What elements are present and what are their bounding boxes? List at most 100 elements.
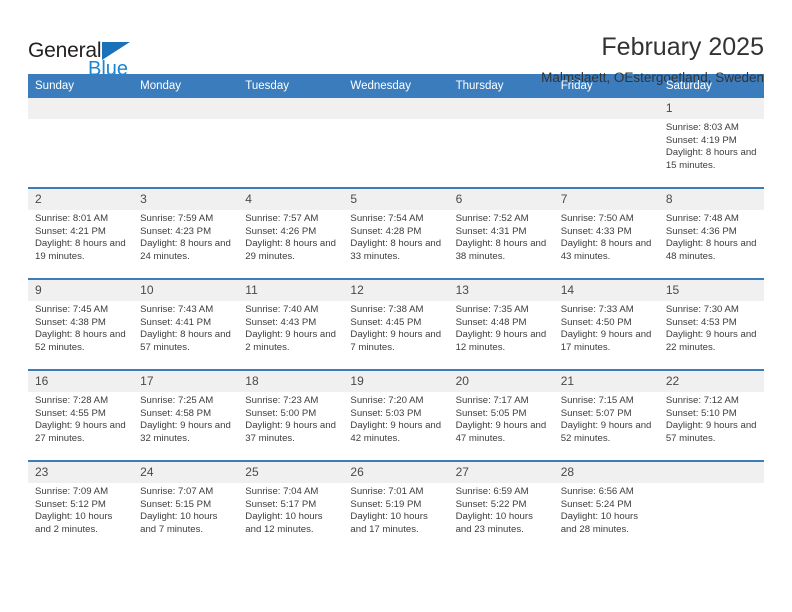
- daylight-text: Daylight: 8 hours and 19 minutes.: [35, 238, 126, 262]
- sunset-text: Sunset: 4:50 PM: [560, 316, 632, 328]
- day-cell[interactable]: 10 Sunrise: 7:43 AM Sunset: 4:41 PM Dayligh…: [133, 278, 239, 370]
- page-title: February 2025: [601, 33, 764, 61]
- day-cell[interactable]: 6 Sunrise: 7:52 AM Sunset: 4:31 PM Daylight…: [448, 187, 554, 279]
- daylight-text: Daylight: 10 hours and 17 minutes.: [350, 511, 428, 535]
- sunrise-text: Sunrise: 7:23 AM: [245, 395, 319, 406]
- day-cell[interactable]: 11 Sunrise: 7:40 AM Sunset: 4:43 PM Dayligh…: [238, 278, 344, 370]
- sunset-text: Sunset: 4:28 PM: [350, 225, 422, 237]
- day-number: [133, 98, 239, 119]
- sunset-text: Sunset: 4:43 PM: [245, 316, 317, 328]
- day-cell[interactable]: 9 Sunrise: 7:45 AM Sunset: 4:38 PM Daylight…: [28, 278, 134, 370]
- generalblue-logo[interactable]: General Blue: [28, 34, 158, 82]
- day-cell[interactable]: 15 Sunrise: 7:30 AM Sunset: 4:53 PM Dayligh…: [658, 278, 764, 370]
- day-number: 8: [658, 189, 764, 210]
- day-details: Sunrise: 7:45 AM Sunset: 4:38 PM Daylight:…: [28, 301, 133, 354]
- day-cell[interactable]: 2 Sunrise: 8:01 AM Sunset: 4:21 PM Daylight…: [28, 187, 134, 279]
- day-cell[interactable]: 3 Sunrise: 7:59 AM Sunset: 4:23 PM Daylight…: [133, 187, 239, 279]
- sunset-text: Sunset: 4:23 PM: [140, 225, 212, 237]
- sunset-text: Sunset: 4:48 PM: [455, 316, 527, 328]
- day-details: Sunrise: 7:43 AM Sunset: 4:41 PM Daylight:…: [133, 301, 238, 354]
- sunrise-text: Sunrise: 7:52 AM: [455, 213, 529, 224]
- calendar-week-row: 23 Sunrise: 7:09 AM Sunset: 5:12 PM Dayligh…: [28, 460, 764, 551]
- day-cell[interactable]: 28 Sunrise: 6:56 AM Sunset: 5:24 PM Dayligh…: [553, 460, 659, 551]
- sunrise-text: Sunrise: 7:35 AM: [455, 304, 529, 315]
- day-cell[interactable]: 12 Sunrise: 7:38 AM Sunset: 4:45 PM Dayligh…: [343, 278, 449, 370]
- sunrise-text: Sunrise: 7:57 AM: [245, 213, 319, 224]
- day-cell[interactable]: 23 Sunrise: 7:09 AM Sunset: 5:12 PM Dayligh…: [28, 460, 134, 551]
- day-details: Sunrise: 7:54 AM Sunset: 4:28 PM Daylight:…: [343, 210, 448, 263]
- daylight-text: Daylight: 8 hours and 24 minutes.: [140, 238, 231, 262]
- sunset-text: Sunset: 4:36 PM: [665, 225, 737, 237]
- page-header: General Blue February 2025 Malmslaett, O…: [28, 0, 764, 84]
- calendar-week-row: 1 Sunrise: 8:03 AM Sunset: 4:19 PM Daylight…: [28, 98, 764, 188]
- day-number: 15: [658, 280, 764, 301]
- daylight-text: Daylight: 9 hours and 7 minutes.: [350, 329, 442, 353]
- day-details: Sunrise: 7:04 AM Sunset: 5:17 PM Daylight:…: [238, 483, 343, 536]
- sunset-text: Sunset: 4:26 PM: [245, 225, 317, 237]
- day-details: Sunrise: 7:35 AM Sunset: 4:48 PM Daylight:…: [449, 301, 554, 354]
- day-cell[interactable]: 7 Sunrise: 7:50 AM Sunset: 4:33 PM Daylight…: [553, 187, 659, 279]
- sunrise-text: Sunrise: 7:20 AM: [350, 395, 424, 406]
- sunrise-text: Sunrise: 7:12 AM: [665, 395, 739, 406]
- day-cell[interactable]: 26 Sunrise: 7:01 AM Sunset: 5:19 PM Dayligh…: [343, 460, 449, 551]
- daylight-text: Daylight: 9 hours and 37 minutes.: [245, 420, 336, 444]
- day-details: Sunrise: 7:15 AM Sunset: 5:07 PM Daylight:…: [554, 392, 659, 445]
- day-cell[interactable]: 18 Sunrise: 7:23 AM Sunset: 5:00 PM Dayligh…: [238, 369, 344, 461]
- day-cell[interactable]: 22 Sunrise: 7:12 AM Sunset: 5:10 PM Dayligh…: [658, 369, 764, 461]
- sunset-text: Sunset: 5:07 PM: [560, 407, 632, 419]
- day-cell-empty: [343, 98, 449, 188]
- day-number: 2: [28, 189, 134, 210]
- day-cell-empty: [658, 460, 764, 551]
- day-cell[interactable]: 20 Sunrise: 7:17 AM Sunset: 5:05 PM Dayligh…: [448, 369, 554, 461]
- day-cell[interactable]: 21 Sunrise: 7:15 AM Sunset: 5:07 PM Dayligh…: [553, 369, 659, 461]
- day-number: 22: [658, 371, 764, 392]
- sunset-text: Sunset: 5:15 PM: [140, 498, 212, 510]
- day-details: Sunrise: 7:57 AM Sunset: 4:26 PM Daylight:…: [238, 210, 343, 263]
- day-cell[interactable]: 5 Sunrise: 7:54 AM Sunset: 4:28 PM Daylight…: [343, 187, 449, 279]
- day-number: 13: [448, 280, 554, 301]
- day-cell[interactable]: 13 Sunrise: 7:35 AM Sunset: 4:48 PM Dayligh…: [448, 278, 554, 370]
- day-cell[interactable]: 4 Sunrise: 7:57 AM Sunset: 4:26 PM Daylight…: [238, 187, 344, 279]
- daylight-text: Daylight: 10 hours and 2 minutes.: [35, 511, 113, 535]
- sunset-text: Sunset: 4:21 PM: [35, 225, 106, 237]
- sunrise-text: Sunrise: 8:01 AM: [35, 213, 109, 224]
- day-details: Sunrise: 7:12 AM Sunset: 5:10 PM Daylight:…: [659, 392, 764, 445]
- day-number: 25: [238, 462, 344, 483]
- daylight-text: Daylight: 8 hours and 48 minutes.: [665, 238, 757, 262]
- day-cell[interactable]: 27 Sunrise: 6:59 AM Sunset: 5:22 PM Dayligh…: [448, 460, 554, 551]
- sunrise-text: Sunrise: 7:07 AM: [140, 486, 214, 497]
- day-details: Sunrise: 7:20 AM Sunset: 5:03 PM Daylight:…: [343, 392, 448, 445]
- sunset-text: Sunset: 4:45 PM: [350, 316, 422, 328]
- day-number: [343, 98, 449, 119]
- daylight-text: Daylight: 8 hours and 52 minutes.: [35, 329, 126, 353]
- day-details: Sunrise: 7:38 AM Sunset: 4:45 PM Daylight:…: [343, 301, 448, 354]
- day-number: 23: [28, 462, 134, 483]
- day-cell[interactable]: 8 Sunrise: 7:48 AM Sunset: 4:36 PM Daylight…: [658, 187, 764, 279]
- sunrise-text: Sunrise: 6:56 AM: [560, 486, 634, 497]
- day-cell-empty: [553, 98, 659, 188]
- sunrise-text: Sunrise: 7:30 AM: [665, 304, 739, 315]
- day-cell[interactable]: 1 Sunrise: 8:03 AM Sunset: 4:19 PM Daylight…: [658, 98, 764, 188]
- day-details: Sunrise: 7:33 AM Sunset: 4:50 PM Daylight:…: [554, 301, 659, 354]
- sunrise-text: Sunrise: 7:43 AM: [140, 304, 214, 315]
- day-cell[interactable]: 25 Sunrise: 7:04 AM Sunset: 5:17 PM Dayligh…: [238, 460, 344, 551]
- sunset-text: Sunset: 5:19 PM: [350, 498, 422, 510]
- day-cell[interactable]: 24 Sunrise: 7:07 AM Sunset: 5:15 PM Dayligh…: [133, 460, 239, 551]
- daylight-text: Daylight: 8 hours and 15 minutes.: [665, 147, 757, 171]
- daylight-text: Daylight: 9 hours and 47 minutes.: [455, 420, 547, 444]
- sunset-text: Sunset: 4:41 PM: [140, 316, 212, 328]
- day-cell[interactable]: 19 Sunrise: 7:20 AM Sunset: 5:03 PM Dayligh…: [343, 369, 449, 461]
- daylight-text: Daylight: 10 hours and 7 minutes.: [140, 511, 218, 535]
- calendar-page: General Blue February 2025 Malmslaett, O…: [0, 0, 792, 612]
- day-number: 14: [553, 280, 659, 301]
- day-details: Sunrise: 8:03 AM Sunset: 4:19 PM Daylight:…: [659, 119, 764, 172]
- day-cell[interactable]: 17 Sunrise: 7:25 AM Sunset: 4:58 PM Dayligh…: [133, 369, 239, 461]
- day-details: Sunrise: 6:56 AM Sunset: 5:24 PM Daylight:…: [554, 483, 659, 536]
- calendar-week-row: 2 Sunrise: 8:01 AM Sunset: 4:21 PM Daylight…: [28, 187, 764, 279]
- sunrise-text: Sunrise: 7:59 AM: [140, 213, 214, 224]
- day-number: 28: [553, 462, 659, 483]
- logo-text-blue: Blue: [88, 58, 129, 80]
- day-details: Sunrise: 7:07 AM Sunset: 5:15 PM Daylight:…: [133, 483, 238, 536]
- day-cell[interactable]: 16 Sunrise: 7:28 AM Sunset: 4:55 PM Dayligh…: [28, 369, 134, 461]
- day-cell[interactable]: 14 Sunrise: 7:33 AM Sunset: 4:50 PM Dayligh…: [553, 278, 659, 370]
